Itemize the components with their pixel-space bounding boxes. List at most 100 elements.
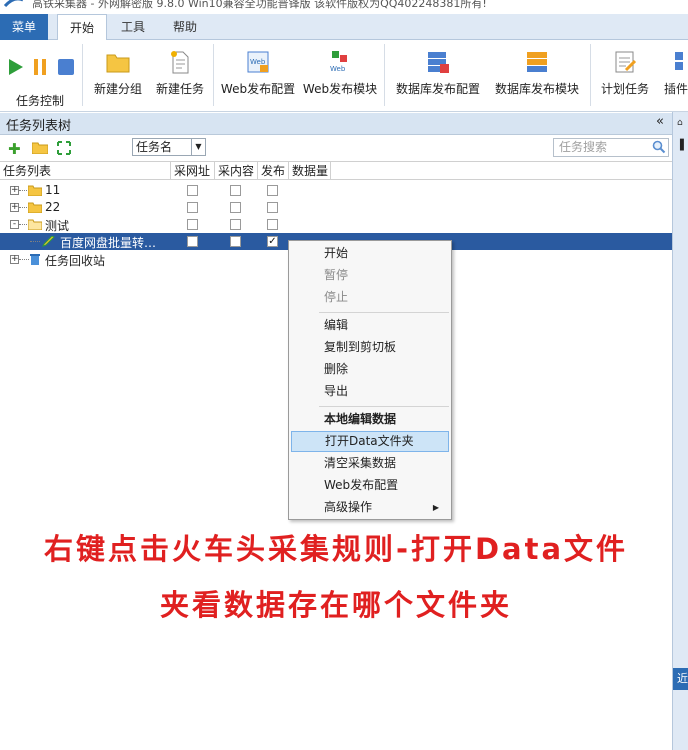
publish-checkbox[interactable] (267, 185, 278, 196)
menu-separator (319, 312, 449, 313)
collapse-panel-icon[interactable]: « (656, 114, 664, 129)
sort-select[interactable]: 任务名 ▼ (132, 138, 206, 156)
expand-icon[interactable]: + (10, 203, 19, 212)
web-publish-config-label: Web发布配置 (220, 82, 296, 96)
web-config-icon: Web (247, 51, 269, 73)
tree-toolbar: ✚ 任务名 ▼ 任务搜索 (0, 136, 672, 160)
menu-item-clear-data[interactable]: 清空采集数据 (291, 453, 449, 474)
database-publish-config-button[interactable]: 数据库发布配置 (392, 46, 484, 106)
tree-row-label: 测试 (45, 219, 70, 233)
column-header: 任务列表 采网址 采内容 发布 数据量 (0, 161, 672, 180)
ribbon-separator (213, 44, 214, 106)
web-publish-module-label: Web发布模块 (302, 82, 378, 96)
tree-row-label: 22 (45, 200, 61, 214)
gather-url-checkbox[interactable] (187, 236, 198, 247)
tree-row-label: 11 (45, 183, 61, 197)
menu-item-export[interactable]: 导出 (291, 381, 449, 402)
menu-item-pause[interactable]: 暂停 (291, 265, 449, 286)
database-publish-module-button[interactable]: 数据库发布模块 (491, 46, 583, 106)
menu-item-open-data-folder[interactable]: 打开Data文件夹 (291, 431, 449, 452)
home-icon[interactable]: ⌂ (677, 118, 683, 128)
gather-content-checkbox[interactable] (230, 219, 241, 230)
schedule-task-button[interactable]: 计划任务 (598, 46, 652, 106)
chevron-down-icon: ▼ (191, 139, 205, 155)
tree-row-label: 任务回收站 (45, 254, 106, 268)
play-icon[interactable] (8, 58, 24, 76)
annotation-line-2: 夹看数据存在哪个文件夹 (159, 588, 512, 622)
sort-select-value: 任务名 (136, 140, 173, 154)
publish-checkbox[interactable] (267, 219, 278, 230)
col-gather-url[interactable]: 采网址 (171, 162, 215, 180)
gather-content-checkbox[interactable] (230, 236, 241, 247)
menu-item-local-edit-data[interactable]: 本地编辑数据 (291, 409, 449, 430)
expand-icon[interactable]: + (10, 255, 19, 264)
new-task-icon (171, 51, 189, 74)
ribbon-separator (384, 44, 385, 106)
gather-url-checkbox[interactable] (187, 185, 198, 196)
svg-text:Web: Web (330, 65, 346, 73)
database-config-icon (428, 52, 449, 73)
web-publish-config-button[interactable]: Web Web发布配置 (220, 46, 296, 106)
annotation-line-1: 右键点击火车头采集规则-打开Data文件 (43, 532, 629, 566)
tree-connector (30, 241, 40, 242)
search-icon[interactable] (652, 140, 666, 154)
menu-item-web-publish-config[interactable]: Web发布配置 (291, 475, 449, 496)
menu-item-edit[interactable]: 编辑 (291, 315, 449, 336)
open-folder-icon[interactable] (32, 142, 48, 154)
pause-icon[interactable] (33, 59, 47, 75)
new-group-label: 新建分组 (93, 82, 142, 96)
menu-item-stop[interactable]: 停止 (291, 287, 449, 308)
database-publish-module-label: 数据库发布模块 (494, 82, 579, 96)
ribbon-tab-bar: 菜单 开始 工具 帮助 (0, 14, 688, 41)
database-publish-config-label: 数据库发布配置 (395, 82, 480, 96)
add-icon[interactable]: ✚ (8, 140, 21, 158)
tree-row-group[interactable]: - 测试 (0, 216, 672, 233)
col-gather-content[interactable]: 采内容 (215, 162, 258, 180)
collapse-icon[interactable]: - (10, 220, 19, 229)
stop-icon[interactable] (58, 59, 74, 75)
publish-checkbox[interactable] (267, 202, 278, 213)
plugin-button[interactable]: 插件 (660, 46, 688, 106)
ribbon-separator (590, 44, 591, 106)
tree-row-group[interactable]: + 11 (0, 182, 672, 199)
tab-tools[interactable]: 工具 (110, 14, 156, 40)
expand-icon[interactable]: + (10, 186, 19, 195)
new-group-button[interactable]: 新建分组 (90, 46, 146, 106)
task-tree-panel-header: 任务列表树 « (0, 113, 672, 135)
menu-item-copy[interactable]: 复制到剪切板 (291, 337, 449, 358)
gather-url-checkbox[interactable] (187, 219, 198, 230)
menu-item-start[interactable]: 开始 (291, 243, 449, 264)
publish-checkbox[interactable]: ✓ (267, 236, 278, 247)
gather-content-checkbox[interactable] (230, 202, 241, 213)
schedule-icon (615, 51, 637, 73)
col-data-count[interactable]: 数据量 (289, 162, 331, 180)
tab-menu[interactable]: 菜单 (0, 14, 48, 40)
svg-text:Web: Web (250, 58, 266, 66)
expand-all-icon[interactable] (57, 141, 71, 155)
new-task-button[interactable]: 新建任务 (152, 46, 208, 106)
col-task-list[interactable]: 任务列表 (0, 162, 171, 180)
tab-start[interactable]: 开始 (57, 14, 107, 41)
right-tab-label: 近 (677, 672, 688, 685)
col-publish[interactable]: 发布 (258, 162, 289, 180)
gather-url-checkbox[interactable] (187, 202, 198, 213)
tab-help[interactable]: 帮助 (162, 14, 208, 40)
menu-item-delete[interactable]: 删除 (291, 359, 449, 380)
task-control-label: 任务控制 (16, 94, 65, 108)
tree-row-group[interactable]: + 22 (0, 199, 672, 216)
new-task-label: 新建任务 (155, 82, 204, 96)
web-publish-module-button[interactable]: Web Web发布模块 (302, 46, 378, 106)
window-title: 高铁采集器 - 外网解密版 9.8.0 Win10兼容全功能普锋版 该软件版权为… (32, 0, 487, 10)
ribbon-toolbar: 任务控制 新建分组 新建任务 Web Web发布配置 Web Web发布模块 数… (0, 40, 688, 112)
right-panel-strip: ⌂ ▐ 近 (672, 112, 688, 750)
task-search-input[interactable]: 任务搜索 (553, 138, 669, 157)
menu-item-advanced[interactable]: 高级操作 ▶ (291, 497, 449, 518)
recycle-bin-icon (30, 254, 40, 265)
schedule-task-label: 计划任务 (600, 82, 649, 96)
gather-content-checkbox[interactable] (230, 185, 241, 196)
folder-icon (106, 54, 130, 73)
menu-item-advanced-label: 高级操作 (324, 500, 373, 514)
folder-open-icon (28, 219, 42, 230)
ribbon-separator (82, 44, 83, 106)
context-menu: 开始 暂停 停止 编辑 复制到剪切板 删除 导出 本地编辑数据 打开Data文件… (288, 240, 452, 520)
